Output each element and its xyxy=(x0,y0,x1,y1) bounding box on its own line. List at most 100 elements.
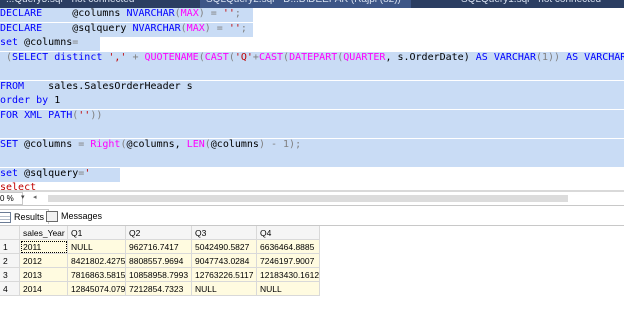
table-cell[interactable]: 2011 xyxy=(20,240,68,254)
table-cell[interactable]: 12845074.079 xyxy=(68,282,126,296)
code-token: = xyxy=(210,23,229,34)
horizontal-scrollbar[interactable] xyxy=(48,195,568,202)
code-token: ) - 1); xyxy=(258,139,302,150)
code-line[interactable] xyxy=(0,153,624,167)
table-cell[interactable]: 7212854.7323 xyxy=(126,282,192,296)
code-line[interactable]: FROM sales.SalesOrderHeader s xyxy=(0,81,624,95)
code-line[interactable]: (SELECT distinct ',' + QUOTENAME(CAST('Q… xyxy=(0,52,624,66)
code-token: DECLARE xyxy=(0,23,43,34)
code-token: 'Q' xyxy=(234,52,253,63)
code-token: MAX xyxy=(180,8,199,19)
code-token: = xyxy=(72,37,79,48)
code-token: + xyxy=(126,52,145,63)
column-header[interactable]: Q1 xyxy=(68,226,126,240)
table-cell[interactable]: 7246197.9007 xyxy=(257,254,320,268)
code-token: LEN xyxy=(186,139,205,150)
code-token: @sqlquery xyxy=(18,168,79,179)
code-line[interactable]: set @columns= xyxy=(0,37,624,51)
code-token: QUARTER xyxy=(343,52,386,63)
table-cell[interactable]: NULL xyxy=(192,282,257,296)
table-cell[interactable]: 9047743.0284 xyxy=(192,254,257,268)
column-header[interactable]: Q2 xyxy=(126,226,192,240)
query-editor[interactable]: DECLARE @columns NVARCHAR(MAX) = ''; DECL… xyxy=(0,8,624,190)
code-token: set xyxy=(0,168,19,179)
code-token: DECLARE xyxy=(0,8,43,19)
table-cell[interactable]: NULL xyxy=(257,282,320,296)
code-token: ; xyxy=(240,23,247,34)
code-token: SELECT xyxy=(12,52,49,63)
row-number[interactable]: 2 xyxy=(0,254,20,268)
column-header[interactable]: Q3 xyxy=(192,226,257,240)
code-token: select xyxy=(0,182,37,190)
tab-sqlquery1[interactable]: SQLQuery1.sql - not connected xyxy=(455,0,607,8)
code-token: VARCHAR xyxy=(493,52,536,63)
code-token: )) xyxy=(90,110,103,121)
table-cell[interactable]: 6636464.8885 xyxy=(257,240,320,254)
code-token: @columns xyxy=(18,139,79,150)
code-token: AS xyxy=(566,52,579,63)
grid-icon xyxy=(0,211,11,223)
code-token: ( xyxy=(0,52,13,63)
table-cell[interactable]: 8421802.4275 xyxy=(68,254,126,268)
code-token: order by xyxy=(0,95,49,106)
code-token: @columns xyxy=(210,139,259,150)
table-cell[interactable]: 2014 xyxy=(20,282,68,296)
table-cell[interactable]: 2013 xyxy=(20,268,68,282)
tab-results-label: Results xyxy=(14,212,45,222)
results-tabs: Results Messages xyxy=(0,207,624,226)
code-token: set xyxy=(0,37,19,48)
row-number[interactable]: 3 xyxy=(0,268,20,282)
code-token: SET xyxy=(0,139,19,150)
code-token: , s.OrderDate) xyxy=(385,52,476,63)
code-line[interactable]: select xyxy=(0,182,624,190)
table-cell[interactable]: 10858958.7993 xyxy=(126,268,192,282)
code-token: @sqlquery xyxy=(42,23,133,34)
code-line[interactable]: set @sqlquery=' xyxy=(0,168,624,182)
row-number[interactable]: 1 xyxy=(0,240,20,254)
code-token: DATEPART xyxy=(289,52,338,63)
zoom-dropdown[interactable]: 0 % xyxy=(0,192,23,205)
code-token: '' xyxy=(222,8,235,19)
code-token: sales.SalesOrderHeader s xyxy=(24,81,193,92)
tab-messages[interactable]: Messages xyxy=(46,209,102,223)
tab-query5[interactable]: ...Query5.sql - not connected xyxy=(0,0,140,8)
code-line[interactable]: DECLARE @sqlquery NVARCHAR(MAX) = ''; xyxy=(0,23,624,37)
chevron-down-icon[interactable]: ▾ xyxy=(21,193,25,201)
code-line[interactable]: SET @columns = Right(@columns, LEN(@colu… xyxy=(0,139,624,153)
tab-sqlquery2[interactable]: SQLQuery2.sql - D...B\DEEPAK (Rajpi (82)… xyxy=(200,0,411,8)
tab-results[interactable]: Results xyxy=(0,209,50,224)
table-cell[interactable]: 12183430.1612 xyxy=(257,268,320,282)
code-token: @columns, xyxy=(126,139,187,150)
table-cell[interactable]: 962716.7417 xyxy=(126,240,192,254)
column-header[interactable]: sales_Year xyxy=(20,226,68,240)
row-number[interactable]: 4 xyxy=(0,282,20,296)
scroll-left-icon[interactable]: ◂ xyxy=(33,193,37,201)
messages-icon xyxy=(46,210,58,222)
table-cell[interactable]: 7816863.5815 xyxy=(68,268,126,282)
code-line[interactable] xyxy=(0,124,624,138)
code-token: 1 xyxy=(48,95,61,106)
table-cell[interactable]: 5042490.5827 xyxy=(192,240,257,254)
code-token: CAST xyxy=(258,52,284,63)
row-number-header[interactable] xyxy=(0,226,20,240)
code-token: @columns xyxy=(18,37,73,48)
code-token: = xyxy=(204,8,223,19)
code-line[interactable]: DECLARE @columns NVARCHAR(MAX) = ''; xyxy=(0,8,624,22)
zoom-value: 0 % xyxy=(0,194,14,203)
code-token: = xyxy=(78,139,91,150)
code-line[interactable] xyxy=(0,66,624,80)
code-token: @columns xyxy=(42,8,127,19)
code-token: (1)) xyxy=(535,52,567,63)
column-header[interactable]: Q4 xyxy=(257,226,320,240)
code-line[interactable]: order by 1 xyxy=(0,95,624,109)
code-token: NVARCHAR xyxy=(132,23,181,34)
table-cell[interactable]: 2012 xyxy=(20,254,68,268)
code-token: ; xyxy=(234,8,241,19)
code-token: ' xyxy=(84,168,91,179)
table-cell[interactable]: 8808557.9694 xyxy=(126,254,192,268)
code-line[interactable]: FOR XML PATH('')) xyxy=(0,110,624,124)
table-cell[interactable]: NULL xyxy=(68,240,126,254)
code-token: AS xyxy=(475,52,488,63)
code-token: ',' xyxy=(108,52,127,63)
table-cell[interactable]: 12763226.5117 xyxy=(192,268,257,282)
